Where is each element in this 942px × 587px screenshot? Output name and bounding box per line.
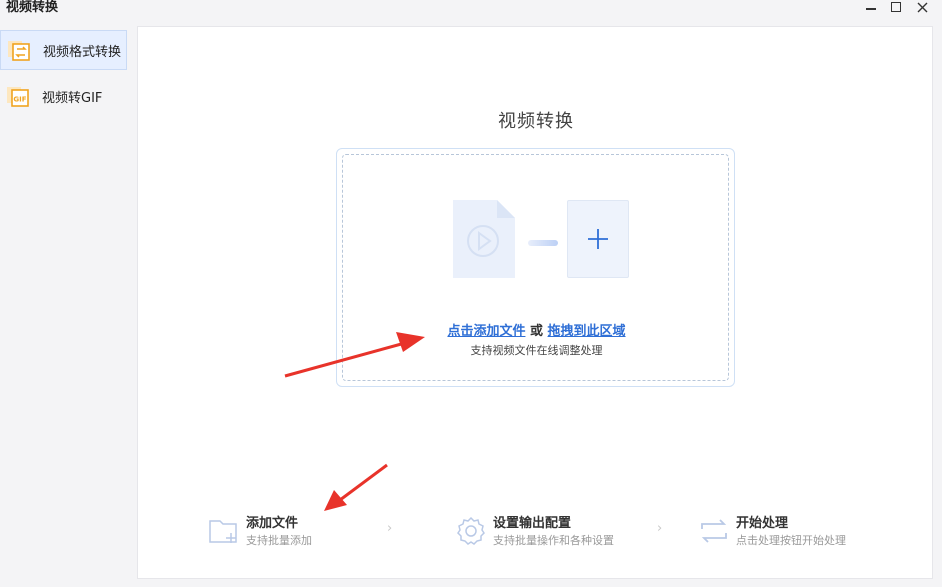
window-title: 视频转换 — [6, 0, 59, 15]
connector-bar — [528, 240, 558, 246]
step-title: 添加文件 — [246, 516, 299, 531]
video-convert-icon — [7, 38, 31, 62]
sidebar: 视频格式转换 GIF 视频转GIF — [0, 26, 131, 587]
step-subtitle: 支持批量添加 — [246, 534, 312, 547]
refresh-icon — [698, 515, 730, 547]
click-add-file-link[interactable]: 点击添加文件 — [447, 324, 525, 339]
or-text: 或 — [529, 324, 543, 339]
drop-zone-instruction: 点击添加文件 或 拖拽到此区域 — [343, 320, 730, 339]
step-start-processing: 开始处理 点击处理按钮开始处理 — [698, 511, 878, 551]
chevron-right-icon: › — [657, 521, 663, 536]
step-title: 开始处理 — [736, 516, 789, 531]
step-title: 设置输出配置 — [493, 516, 572, 531]
drop-zone-dashed-border: 点击添加文件 或 拖拽到此区域 支持视频文件在线调整处理 — [342, 154, 729, 381]
close-icon[interactable] — [914, 0, 930, 14]
sidebar-item-label: 视频格式转换 — [43, 44, 122, 60]
plus-icon — [588, 229, 608, 249]
sidebar-item-label: 视频转GIF — [42, 90, 103, 106]
svg-text:GIF: GIF — [13, 96, 26, 104]
sidebar-item-video-format-convert[interactable]: 视频格式转换 — [0, 30, 127, 70]
minimize-icon[interactable] — [863, 0, 879, 14]
chevron-right-icon: › — [387, 521, 393, 536]
drop-zone-hint: 支持视频文件在线调整处理 — [470, 344, 603, 357]
add-file-plus-button[interactable] — [567, 200, 629, 278]
folder-add-icon — [208, 515, 240, 547]
step-subtitle: 点击处理按钮开始处理 — [736, 534, 846, 547]
sidebar-item-video-to-gif[interactable]: GIF 视频转GIF — [0, 76, 127, 116]
video-file-icon — [453, 200, 515, 278]
maximize-icon[interactable] — [888, 0, 904, 14]
gear-icon — [455, 515, 487, 547]
main-panel: 视频转换 点击添加文件 或 拖拽到此区域 支持视频文件在线调整处理 添加文件 支… — [137, 26, 933, 579]
step-add-file: 添加文件 支持批量添加 — [208, 511, 338, 551]
step-output-settings: 设置输出配置 支持批量操作和各种设置 — [455, 511, 635, 551]
title-bar: 视频转换 — [0, 0, 942, 18]
page-title: 视频转换 — [498, 111, 574, 132]
drag-here-link[interactable]: 拖拽到此区域 — [548, 324, 626, 339]
gif-icon: GIF — [6, 84, 30, 108]
step-subtitle: 支持批量操作和各种设置 — [493, 534, 614, 547]
drop-zone[interactable]: 点击添加文件 或 拖拽到此区域 支持视频文件在线调整处理 — [336, 148, 735, 387]
